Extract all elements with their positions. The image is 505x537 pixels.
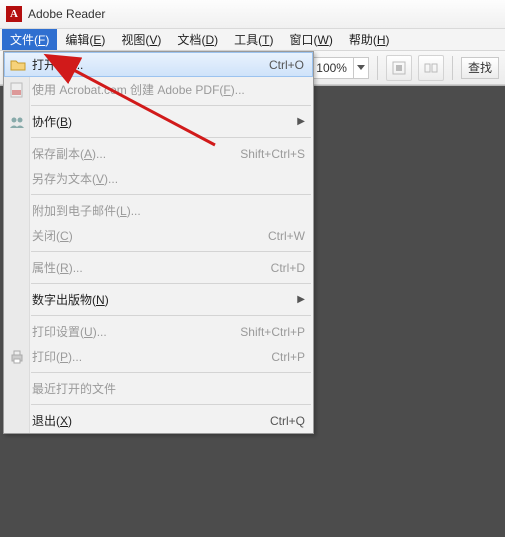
menu-window[interactable]: 窗口(W) <box>281 29 340 50</box>
menu-document[interactable]: 文档(D) <box>169 29 226 50</box>
title-bar: A Adobe Reader <box>0 0 505 29</box>
menu-separator <box>31 283 311 284</box>
menu-separator <box>31 372 311 373</box>
menu-separator <box>31 137 311 138</box>
menu-item-print: 打印(P)... Ctrl+P <box>4 344 313 369</box>
menu-help[interactable]: 帮助(H) <box>341 29 398 50</box>
menu-item-properties: 属性(R)... Ctrl+D <box>4 255 313 280</box>
menu-item-open[interactable]: 打开(O)... Ctrl+O <box>4 52 313 77</box>
submenu-arrow-icon: ▶ <box>297 116 305 127</box>
menu-separator <box>31 194 311 195</box>
menu-item-save-copy: 保存副本(A)... Shift+Ctrl+S <box>4 141 313 166</box>
menu-item-print-setup: 打印设置(U)... Shift+Ctrl+P <box>4 319 313 344</box>
toolbar-button-a[interactable] <box>386 55 412 81</box>
menu-view[interactable]: 视图(V) <box>113 29 169 50</box>
menu-bar: 文件(F) 编辑(E) 视图(V) 文档(D) 工具(T) 窗口(W) 帮助(H… <box>0 29 505 51</box>
menu-separator <box>31 315 311 316</box>
app-title: Adobe Reader <box>28 7 105 21</box>
find-label: 查找 <box>468 59 492 76</box>
printer-icon <box>9 349 25 365</box>
chevron-down-icon[interactable] <box>354 65 368 71</box>
zoom-value: 100% <box>310 58 354 78</box>
menu-file[interactable]: 文件(F) <box>2 29 57 50</box>
menu-item-close: 关闭(C) Ctrl+W <box>4 223 313 248</box>
toolbar-button-b[interactable] <box>418 55 444 81</box>
zoom-combo[interactable]: 100% <box>309 57 369 79</box>
menu-tools[interactable]: 工具(T) <box>226 29 281 50</box>
menu-item-digital-publications[interactable]: 数字出版物(N) ▶ <box>4 287 313 312</box>
menu-edit[interactable]: 编辑(E) <box>57 29 113 50</box>
menu-separator <box>31 404 311 405</box>
menu-item-save-as-text: 另存为文本(V)... <box>4 166 313 191</box>
menu-separator <box>31 105 311 106</box>
pdf-icon <box>9 82 25 98</box>
folder-open-icon <box>10 57 26 73</box>
menu-item-exit[interactable]: 退出(X) Ctrl+Q <box>4 408 313 433</box>
file-dropdown: 打开(O)... Ctrl+O 使用 Acrobat.com 创建 Adobe … <box>3 51 314 434</box>
menu-item-recent-files: 最近打开的文件 <box>4 376 313 401</box>
menu-item-create-pdf[interactable]: 使用 Acrobat.com 创建 Adobe PDF(F)... <box>4 77 313 102</box>
menu-item-collaborate[interactable]: 协作(B) ▶ <box>4 109 313 134</box>
toolbar-separator <box>377 56 378 80</box>
app-icon: A <box>6 6 22 22</box>
find-button[interactable]: 查找 <box>461 57 499 79</box>
menu-file-label: 文件 <box>10 31 34 48</box>
people-icon <box>9 114 25 130</box>
toolbar-separator <box>452 56 453 80</box>
submenu-arrow-icon: ▶ <box>297 294 305 305</box>
menu-separator <box>31 251 311 252</box>
menu-item-attach-email: 附加到电子邮件(L)... <box>4 198 313 223</box>
shortcut-label: Ctrl+O <box>269 58 304 72</box>
